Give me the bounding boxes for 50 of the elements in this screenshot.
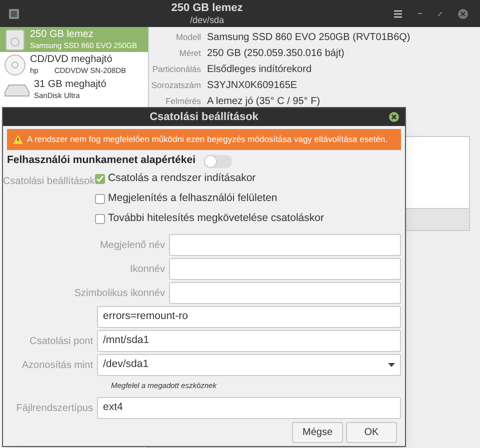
- checkbox[interactable]: [95, 214, 105, 224]
- window-subtitle: /dev/sda: [190, 14, 224, 26]
- drive-name: 31 GB meghajtó: [34, 78, 106, 90]
- input-field[interactable]: /mnt/sda1: [97, 330, 401, 352]
- close-icon[interactable]: [389, 112, 399, 122]
- dropdown[interactable]: /dev/sda1: [97, 354, 401, 376]
- detail-label: Sorozatszám: [151, 78, 201, 92]
- input-field[interactable]: [169, 258, 401, 280]
- minimize-icon[interactable]: [418, 12, 422, 14]
- dialog-button[interactable]: OK: [346, 422, 397, 444]
- disc-icon: [4, 54, 26, 76]
- close-icon[interactable]: [458, 8, 468, 18]
- detail-label: Méret: [179, 46, 201, 60]
- field-label: Megjelenő név: [98, 238, 166, 252]
- input-field[interactable]: [169, 282, 401, 304]
- drive-name: CD/DVD meghajtó: [30, 54, 114, 66]
- checkbox-label: További hitelesítés megkövetelése csatoláskor: [108, 210, 324, 226]
- drive-name: 250 GB lemez: [30, 28, 94, 40]
- section-label: Felhasználói munkamenet alapértékei: [7, 153, 196, 168]
- options-label: Csatolási beállítások: [3, 175, 95, 189]
- dialog-title: Csatolási beállítások: [150, 110, 258, 125]
- app-icon: [8, 8, 20, 20]
- detail-value: A lemez jó (35° C / 95° F): [207, 94, 320, 108]
- input-field[interactable]: [169, 234, 401, 256]
- checkbox-label: Megjelenítés a felhasználói felületen: [108, 190, 278, 206]
- field-label: Fájlrendszertípus: [16, 402, 93, 416]
- checkbox[interactable]: [95, 194, 105, 204]
- maximize-icon[interactable]: [438, 12, 442, 16]
- input-field[interactable]: errors=remount-ro: [97, 306, 401, 328]
- caret-icon: [388, 363, 395, 367]
- dialog-button[interactable]: Mégse: [292, 422, 343, 444]
- warning-text: A rendszer nem fog megfelelően működni ezen bejegyzés módosítása vagy eltávolítása esetén.: [27, 133, 388, 146]
- detail-label: Particionálás: [152, 62, 201, 76]
- field-label: Azonosítás mint: [22, 358, 93, 372]
- detail-value: S3YJNX0K609165E: [207, 78, 298, 92]
- detail-label: Modell: [176, 30, 201, 44]
- field-label: Szimbolikus ikonnév: [73, 286, 166, 300]
- drive-icon: [4, 82, 30, 96]
- detail-value: Samsung SSD 860 EVO 250GB (RVT01B6Q): [207, 30, 410, 44]
- toggle-switch[interactable]: [204, 154, 232, 168]
- menu-icon[interactable]: [394, 10, 402, 18]
- input-field[interactable]: ext4: [97, 397, 401, 420]
- field-label: Csatolási pont: [30, 334, 93, 348]
- detail-label: Felmérés: [166, 94, 201, 108]
- detail-value: Elsődleges indítórekord: [207, 62, 312, 76]
- detail-value: 250 GB (250.059.350.016 bájt): [207, 46, 344, 60]
- checkbox-label: Csatolás a rendszer indításakor: [108, 170, 256, 186]
- field-label: Ikonnév: [128, 262, 166, 276]
- warning-icon: [13, 135, 23, 144]
- window-title: 250 GB lemez: [171, 2, 243, 14]
